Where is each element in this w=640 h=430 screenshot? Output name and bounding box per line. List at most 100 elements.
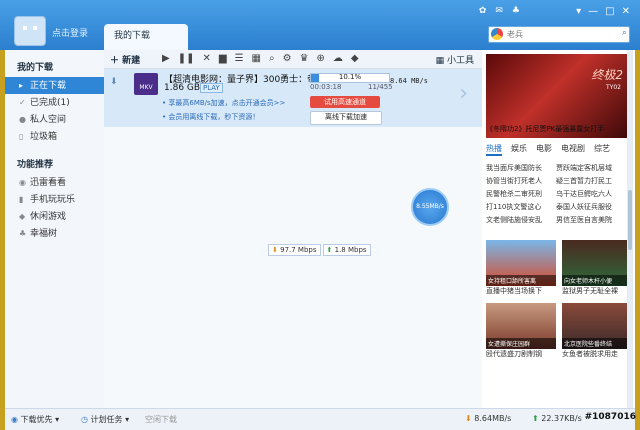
tab-hot[interactable]: 热播 [486,143,502,156]
chevron-right-icon[interactable]: › [459,81,468,106]
feature-label: 休闲游戏 [30,212,67,222]
login-link[interactable]: 点击登录 [52,26,88,39]
thumb-caption: 女遭撕保庄园群 [486,338,556,349]
video-title[interactable]: 女鱼者被脱求用走 [562,349,632,363]
thumb-caption: 女持租口舔所害离 [486,275,556,286]
play-button[interactable]: PLAY [200,83,223,93]
news-item[interactable]: 协管当街打死老人 [486,176,556,186]
sidebar-item-label: 已完成(1) [30,98,70,108]
trial-fast-channel-button[interactable]: 试用高速通道 [310,96,380,108]
skin-icon[interactable]: ✿ [479,6,487,16]
speed-bubble[interactable]: 8.55MB/s [411,188,449,226]
video-title[interactable]: 直播中猪当场换下 [486,286,556,300]
tab-variety[interactable]: 综艺 [594,143,610,156]
video-thumbs: 女持租口舔所害离 直播中猪当场换下 向女老师木杆小便 监狱男子无耻全裸 女遭撕保… [486,240,633,363]
news-item[interactable]: 民警枪杀二审死刑 [486,189,556,199]
news-list: 我当面斥美国防长 贾跃端定客机层域 协管当街打死老人 疑三首暂力打民工 民警枪杀… [486,163,633,225]
feature-mobile[interactable]: ▮ 手机玩玩乐 [5,191,104,208]
avatar[interactable] [14,16,46,46]
watermark: #1087016 [584,412,636,422]
gamepad-icon[interactable]: ◆ [351,53,359,64]
globe-icon[interactable]: ⊕ [317,53,325,64]
sidebar-item-label: 正在下载 [30,81,67,91]
menu-icon[interactable]: ▾ [576,6,581,17]
video-thumbnail[interactable]: 女遭撕保庄园群 [486,303,556,349]
task-row[interactable]: ⬇ MKV 【超清电影网：量子界】300勇士：帝国… 1.86 GB PLAY … [104,69,482,127]
video-thumbnail[interactable]: 女持租口舔所害离 [486,240,556,286]
feature-tree[interactable]: ♣ 幸福树 [5,225,104,242]
mkv-file-icon: MKV [134,73,158,95]
hero-sub: TY02 [606,84,621,91]
delete-icon[interactable]: ✕ [202,53,210,64]
find-icon[interactable]: ⌕ [269,53,275,64]
scrollbar[interactable] [627,50,633,408]
search-engine-icon[interactable] [491,28,503,40]
idle-download-button[interactable]: 空闲下载 [145,414,177,425]
video-item[interactable]: 女遭撕保庄园群 殴代遗盛刀剧制钢 [486,303,556,363]
settings-icon[interactable]: ⚙ [283,53,292,64]
up-arrow-icon: ⬆ [532,414,539,423]
start-icon[interactable]: ▶ [162,53,170,64]
tools-button[interactable]: ▦ 小工具 [436,53,474,66]
sidebar-heading: 功能推荐 [17,160,54,170]
news-item[interactable]: 泰国人妖征兵服役 [556,202,631,212]
close-icon[interactable]: ✕ [622,6,630,17]
pause-icon[interactable]: ❚❚ [178,53,195,64]
thumb-caption: 向女老师木杆小便 [562,275,632,286]
sidebar-item-completed[interactable]: ✓ 已完成(1) [5,94,104,111]
folder-icon[interactable]: ▆ [219,53,227,64]
tab-movies[interactable]: 电影 [536,143,552,156]
news-item[interactable]: 乌干达巨鳄吃六人 [556,189,631,199]
schedule-label: 计划任务 [90,415,123,424]
maximize-icon[interactable]: □ [605,6,614,17]
video-title[interactable]: 监狱男子无耻全裸 [562,286,632,300]
offline-promo-link[interactable]: • 会员用离线下载，秒下资源！ [162,112,259,122]
feature-kankan[interactable]: ◉ 迅雷看看 [5,174,104,191]
down-arrow-icon: ⬇ [465,414,472,423]
tab-tv[interactable]: 电视剧 [561,143,585,156]
scrollbar-thumb[interactable] [628,190,632,250]
tab-entertainment[interactable]: 娱乐 [511,143,527,156]
thumb-caption: 北京医院些番终结 [562,338,632,349]
search-input[interactable] [507,27,607,42]
download-panel: ＋ 新建 ▶ ❚❚ ✕ ▆ ☰ ▦ ⌕ ⚙ ♛ ⊕ ☁ ◆ ▦ 小工具 ⬇ MK… [104,50,482,408]
sidebar-item-private[interactable]: ● 私人空间 [5,111,104,128]
video-thumbnail[interactable]: 北京医院些番终结 [562,303,632,349]
new-task-button[interactable]: ＋ 新建 [110,53,140,66]
video-title[interactable]: 殴代遗盛刀剧制钢 [486,349,556,363]
message-icon[interactable]: ✉ [495,6,503,16]
news-item[interactable]: 我当面斥美国防长 [486,163,556,173]
vip-icon[interactable]: ♛ [300,53,309,64]
news-item[interactable]: 文老侧陆施侵安乱 [486,215,556,225]
hero-logo: 终极2 [591,68,623,82]
toolbar: ＋ 新建 ▶ ❚❚ ✕ ▆ ☰ ▦ ⌕ ⚙ ♛ ⊕ ☁ ◆ ▦ 小工具 [104,50,482,69]
video-item[interactable]: 向女老师木杆小便 监狱男子无耻全裸 [562,240,632,300]
download-priority-button[interactable]: ◉ 下载优先 ▾ [11,414,59,425]
news-item[interactable]: 贾跃端定客机层域 [556,163,631,173]
news-item[interactable]: 男信至医自言美院 [556,215,631,225]
news-item[interactable]: 打110执文警这心 [486,202,556,212]
news-item[interactable]: 疑三首暂力打民工 [556,176,631,186]
speed-indicator: ⬇ 97.7 Mbps ⬆ 1.8 Mbps [268,244,371,256]
sidebar-item-trash[interactable]: ▯ 垃圾箱 [5,128,104,145]
tab-my-downloads[interactable]: 我的下载 [104,24,188,50]
search-icon[interactable]: ⌕ [622,28,627,38]
schedule-button[interactable]: ◷ 计划任务 ▾ [81,414,129,425]
feature-games[interactable]: ◆ 休闲游戏 [5,208,104,225]
hero-caption[interactable]: 《冬隋功2》托尼贾PK最强暴露女打手 [486,124,631,134]
minimize-icon[interactable]: — [588,6,598,17]
video-item[interactable]: 女持租口舔所害离 直播中猪当场换下 [486,240,556,300]
list-icon[interactable]: ☰ [235,53,244,64]
shirt-icon[interactable]: ♣ [512,6,520,16]
sidebar-item-downloading[interactable]: ▸ 正在下载 [5,77,104,94]
feature-label: 迅雷看看 [30,178,67,188]
offline-download-button[interactable]: 离线下载加速 [310,111,382,125]
feature-label: 手机玩玩乐 [30,195,76,205]
video-thumbnail[interactable]: 向女老师木杆小便 [562,240,632,286]
video-item[interactable]: 北京医院些番终结 女鱼者被脱求用走 [562,303,632,363]
down-speed-value: 8.64MB/s [474,414,512,423]
cloud-icon[interactable]: ☁ [333,53,343,64]
status-bar: ◉ 下载优先 ▾ ◷ 计划任务 ▾ 空闲下载 ⬇ 8.64MB/s ⬆ 22.3… [5,408,635,430]
calendar-icon[interactable]: ▦ [252,53,261,64]
vip-promo-link[interactable]: • 享最高6MB/s加速，点击开通会员>> [162,98,285,108]
